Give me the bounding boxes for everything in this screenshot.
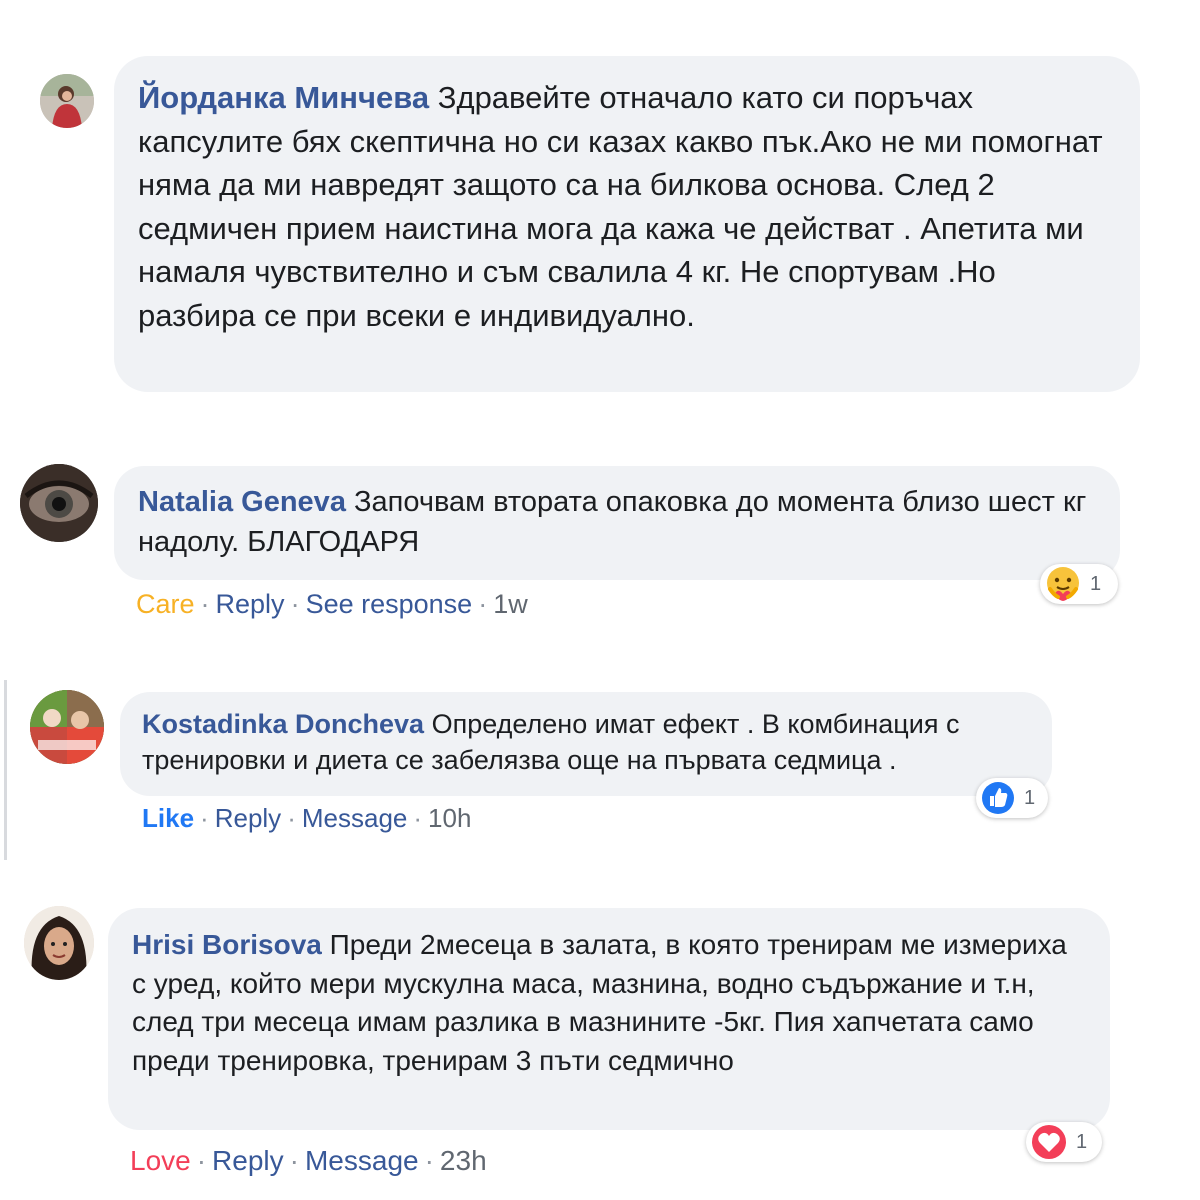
reaction-count: 1 <box>1090 572 1102 595</box>
comment-actions: Like · Reply · Message · 10h <box>142 803 472 833</box>
comment-text: Здравейте отначало като си поръчах капсу… <box>138 80 1103 333</box>
timestamp[interactable]: 23h <box>440 1145 487 1176</box>
reaction-count-pill[interactable]: 1 <box>976 778 1048 818</box>
message-link[interactable]: Message <box>302 803 408 833</box>
avatar[interactable] <box>40 74 94 128</box>
comment-author[interactable]: Йорданка Минчева <box>138 80 429 115</box>
comment-bubble: Natalia Geneva Започвам втората опаковка… <box>114 466 1120 580</box>
comment-author[interactable]: Hrisi Borisova <box>132 929 322 960</box>
see-response-link[interactable]: See response <box>306 589 473 619</box>
comment-author[interactable]: Natalia Geneva <box>138 486 346 518</box>
like-link[interactable]: Like <box>142 803 194 833</box>
avatar-portrait-icon <box>24 906 94 980</box>
message-link[interactable]: Message <box>305 1145 419 1176</box>
timestamp[interactable]: 10h <box>428 803 471 833</box>
comment-bubble: Hrisi Borisova Преди 2месеца в залата, в… <box>108 908 1110 1130</box>
love-heart-icon <box>1032 1125 1066 1159</box>
comment-bubble: Kostadinka Doncheva Определено имат ефек… <box>120 692 1052 796</box>
avatar-eye-icon <box>20 464 98 542</box>
reaction-count: 1 <box>1024 786 1036 809</box>
avatar-collage-icon <box>30 690 104 764</box>
timestamp[interactable]: 1w <box>493 589 528 619</box>
reaction-count-pill[interactable]: 1 <box>1040 564 1118 604</box>
reaction-count-pill[interactable]: 1 <box>1026 1122 1102 1162</box>
avatar[interactable] <box>30 690 104 764</box>
reply-link[interactable]: Reply <box>215 803 281 833</box>
avatar-photo-icon <box>40 74 94 128</box>
reaction-count: 1 <box>1076 1130 1088 1153</box>
comment-actions: Love · Reply · Message · 23h <box>130 1145 487 1176</box>
like-thumb-icon <box>982 782 1014 814</box>
reply-link[interactable]: Reply <box>212 1145 284 1176</box>
care-reaction-link[interactable]: Care <box>136 589 195 619</box>
avatar[interactable] <box>20 464 98 542</box>
reply-link[interactable]: Reply <box>216 589 285 619</box>
comments-thread: Йорданка Минчева Здравейте отначало като… <box>0 0 1200 1200</box>
thread-line <box>4 680 7 860</box>
avatar[interactable] <box>24 906 94 980</box>
comment-bubble: Йорданка Минчева Здравейте отначало като… <box>114 56 1140 392</box>
care-emoji-icon <box>1047 567 1079 601</box>
love-reaction-link[interactable]: Love <box>130 1145 191 1176</box>
comment-actions: Care · Reply · See response · 1w <box>136 589 528 619</box>
comment-author[interactable]: Kostadinka Doncheva <box>142 709 424 739</box>
